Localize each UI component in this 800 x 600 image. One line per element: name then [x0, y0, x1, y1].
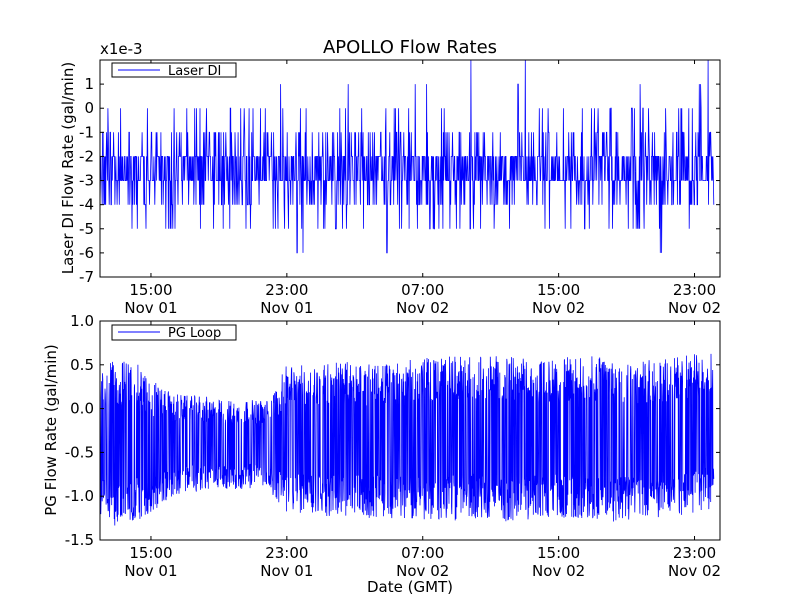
y-tick-label: -6 — [79, 244, 94, 262]
figure: APOLLO Flow Rates x1e-3 1 0 -1 -2 -3 -4 -5 -6 -7… — [0, 0, 800, 600]
y-tick-label: 0.0 — [70, 400, 94, 418]
x-tick-label-time: 15:00 — [537, 544, 580, 562]
y-tick-label: -1 — [79, 123, 94, 141]
x-tick-label-date: Nov 01 — [124, 299, 177, 317]
legend-entry: Laser DI — [168, 64, 221, 79]
y-tick-label: 1.0 — [70, 312, 94, 330]
x-tick-label-time: 07:00 — [401, 281, 444, 299]
y-tick-label: -1.0 — [65, 487, 94, 505]
x-tick-label-time: 07:00 — [401, 544, 444, 562]
chart-title: APOLLO Flow Rates — [323, 37, 497, 58]
x-tick-label-date: Nov 02 — [668, 562, 721, 580]
laser-di-y-axis-label: Laser DI Flow Rate (gal/min) — [59, 62, 77, 274]
y-tick-label: -7 — [79, 268, 94, 286]
pg-loop-legend: PG Loop — [111, 324, 237, 341]
y-tick-label: 0 — [84, 99, 94, 117]
laser-di-legend: Laser DI — [111, 62, 237, 79]
x-tick-label-time: 15:00 — [129, 544, 172, 562]
y-offset-text: x1e-3 — [100, 40, 143, 58]
x-tick-label-time: 23:00 — [673, 544, 716, 562]
y-tick-label: -0.5 — [65, 443, 94, 461]
x-tick-label-time: 23:00 — [265, 281, 308, 299]
y-tick-label: 0.5 — [70, 356, 94, 374]
x-tick-label-date: Nov 02 — [532, 562, 585, 580]
x-axis-label: Date (GMT) — [367, 578, 453, 596]
y-tick-label: -1.5 — [65, 531, 94, 549]
x-tick-label-date: Nov 01 — [260, 562, 313, 580]
pg-loop-y-axis-label: PG Flow Rate (gal/min) — [42, 344, 60, 516]
y-tick-label: -4 — [79, 196, 94, 214]
x-tick-label-date: Nov 02 — [668, 299, 721, 317]
x-tick-label-date: Nov 02 — [532, 299, 585, 317]
x-tick-label-time: 23:00 — [673, 281, 716, 299]
x-tick-label-time: 15:00 — [129, 281, 172, 299]
x-tick-label-date: Nov 01 — [124, 562, 177, 580]
y-tick-label: -5 — [79, 220, 94, 238]
x-tick-label-date: Nov 02 — [396, 299, 449, 317]
y-tick-label: -2 — [79, 147, 94, 165]
x-tick-label-time: 15:00 — [537, 281, 580, 299]
y-tick-label: 1 — [84, 75, 94, 93]
legend-entry: PG Loop — [168, 326, 221, 341]
y-tick-label: -3 — [79, 172, 94, 190]
x-tick-label-time: 23:00 — [265, 544, 308, 562]
x-tick-label-date: Nov 01 — [260, 299, 313, 317]
